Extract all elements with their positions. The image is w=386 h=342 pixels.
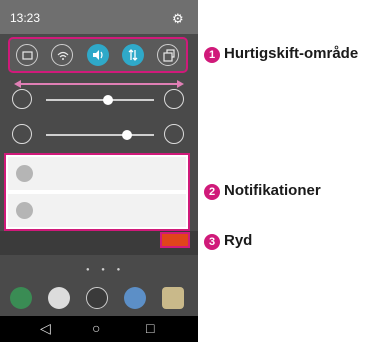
slider-knob[interactable] xyxy=(103,95,113,105)
callout-label: Hurtigskift-område xyxy=(224,45,359,62)
recent-apps-button[interactable]: □ xyxy=(146,320,154,336)
slider-track xyxy=(46,134,154,136)
gear-icon[interactable]: ⚙ xyxy=(172,11,184,27)
callout-number: 2 xyxy=(204,184,220,200)
call-volume-slider[interactable] xyxy=(8,121,188,149)
data-transfer-icon[interactable] xyxy=(122,44,144,66)
slider-track xyxy=(46,99,154,101)
screen-capture-icon[interactable] xyxy=(16,44,38,66)
messages-icon[interactable] xyxy=(162,287,184,309)
brightness-slider[interactable] xyxy=(8,86,188,114)
dock xyxy=(0,285,198,313)
back-button[interactable]: ◁ xyxy=(40,320,51,337)
callout-number: 3 xyxy=(204,234,220,250)
callout-label: Ryd xyxy=(224,232,253,249)
contacts-icon[interactable] xyxy=(48,287,70,309)
phone-icon[interactable] xyxy=(10,287,32,309)
home-button[interactable]: ○ xyxy=(92,320,100,336)
brightness-icon xyxy=(12,89,32,109)
slider-knob[interactable] xyxy=(122,130,132,140)
usb-icon xyxy=(16,202,33,219)
check-circle-icon xyxy=(16,165,33,182)
notifications-area xyxy=(4,153,190,231)
notification-item[interactable] xyxy=(8,157,186,190)
gear-icon[interactable] xyxy=(164,124,184,144)
quick-settings-area xyxy=(8,37,188,73)
page-indicator: ● ● ● xyxy=(86,267,126,273)
volume-icon[interactable] xyxy=(87,44,109,66)
status-time: 13:23 xyxy=(10,11,41,25)
copy-icon[interactable] xyxy=(157,44,179,66)
clear-button[interactable] xyxy=(160,232,190,248)
quick-settings-scroll-indicator[interactable] xyxy=(14,76,184,88)
callout-number: 1 xyxy=(204,47,220,63)
notification-item[interactable] xyxy=(8,194,186,227)
call-volume-icon xyxy=(12,124,32,144)
wifi-icon[interactable] xyxy=(51,44,73,66)
navigation-bar: ◁ ○ □ xyxy=(0,316,198,342)
browser-icon[interactable] xyxy=(124,287,146,309)
status-bar: 13:23 ⚙ xyxy=(0,0,198,34)
check-icon[interactable] xyxy=(164,89,184,109)
apps-icon[interactable] xyxy=(86,287,108,309)
phone-screen: 13:23 ⚙ ● ● ● ◁ ○ □ xyxy=(0,0,198,342)
callout-label: Notifikationer xyxy=(224,182,321,199)
